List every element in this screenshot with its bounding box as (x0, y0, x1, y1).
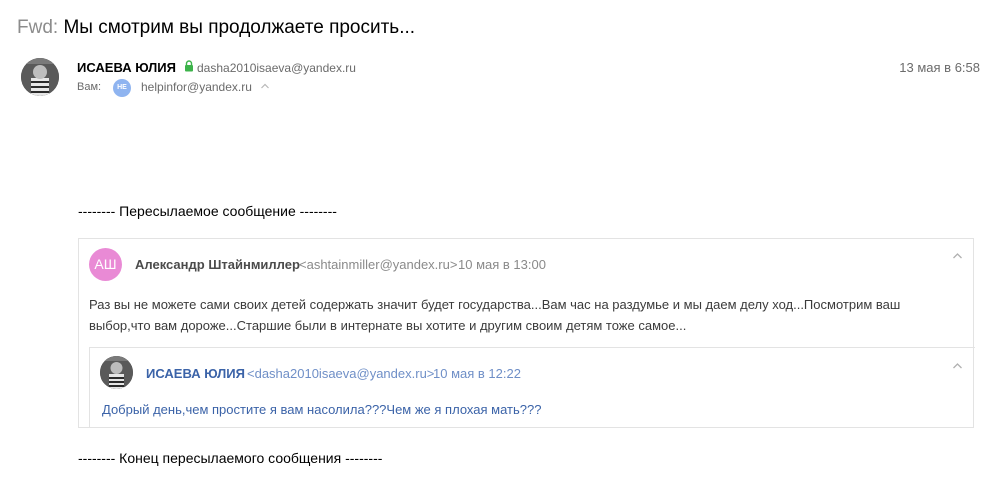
subject-prefix: Fwd: (17, 17, 59, 38)
sender-email[interactable]: dasha2010isaeva@yandex.ru (197, 61, 356, 75)
collapse-chevron-icon[interactable] (952, 252, 963, 260)
person-photo-icon (21, 58, 59, 96)
nested-date: 10 мая в 12:22 (433, 366, 521, 381)
sender-name[interactable]: ИСАЕВА ЮЛИЯ (77, 60, 176, 75)
lock-icon (185, 60, 193, 72)
chevron-up-icon[interactable] (260, 82, 270, 90)
forward-begin-label: -------- Пересылаемое сообщение -------- (78, 203, 337, 219)
nested-body: Добрый день,чем простите я вам насолила?… (102, 402, 542, 417)
quoted-sender-email[interactable]: <ashtainmiller@yandex.ru> (299, 257, 457, 272)
recipient-email[interactable]: helpinfor@yandex.ru (141, 80, 252, 94)
nested-sender-email[interactable]: <dasha2010isaeva@yandex.ru> (247, 366, 434, 381)
nested-sender-name[interactable]: ИСАЕВА ЮЛИЯ (146, 366, 245, 381)
collapse-chevron-icon[interactable] (952, 362, 963, 370)
person-photo-icon (100, 356, 133, 389)
message-date: 13 мая в 6:58 (899, 60, 980, 75)
recipient-avatar[interactable]: НЕ (113, 79, 131, 97)
quoted-date: 10 мая в 13:00 (458, 257, 546, 272)
nested-sender-avatar[interactable] (100, 356, 133, 389)
forward-end-label: -------- Конец пересылаемого сообщения -… (78, 450, 383, 466)
quoted-body: Раз вы не можете сами своих детей содерж… (89, 297, 901, 333)
message-subject: Fwd: Мы смотрим вы продолжаете просить..… (17, 17, 415, 39)
quoted-sender-avatar[interactable]: АШ (89, 248, 122, 281)
subject-text: Мы смотрим вы продолжаете просить... (63, 17, 416, 38)
sender-avatar[interactable] (21, 58, 59, 96)
recipient-label: Вам: (77, 81, 102, 93)
quoted-sender-name[interactable]: Александр Штайнмиллер (135, 257, 300, 272)
